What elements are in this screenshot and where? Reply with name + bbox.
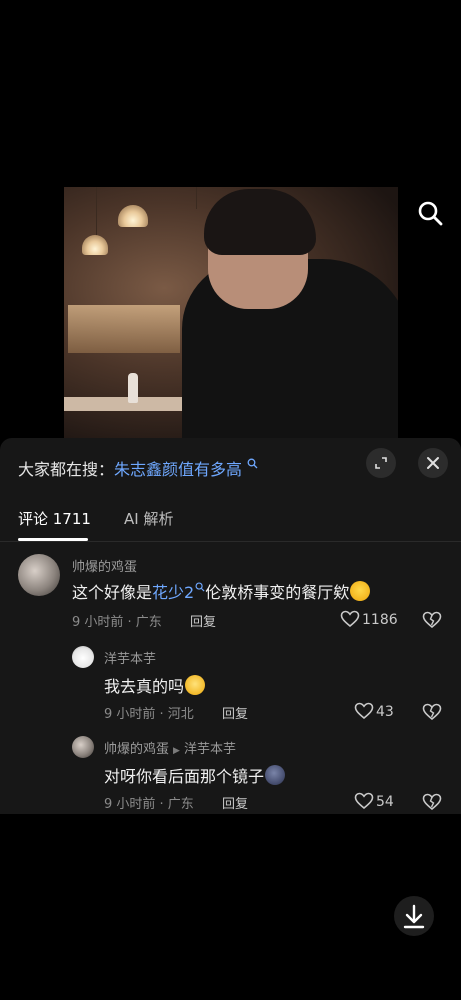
comment-author[interactable]: 帅爆的鸡蛋 [104, 742, 169, 757]
close-icon [427, 457, 439, 469]
comment-sheet: 大家都在搜：朱志鑫颜值有多高 评论 1711 AI 解析 帅爆的鸡蛋 这个好像是… [0, 438, 461, 814]
tab-comments[interactable]: 评论 1711 [18, 508, 91, 529]
pendant-lamp [82, 235, 108, 255]
heart-icon [354, 702, 374, 720]
dislike-button[interactable] [422, 611, 442, 631]
comment-author[interactable]: 帅爆的鸡蛋 [72, 556, 137, 575]
comment-text: 对呀你看后面那个镜子 [104, 763, 286, 787]
search-icon[interactable] [417, 200, 443, 226]
expand-button[interactable] [366, 448, 396, 478]
broken-heart-icon [422, 793, 442, 811]
comment-search-link[interactable]: 花少2 [152, 583, 194, 602]
dislike-button[interactable] [422, 793, 442, 813]
reply-button[interactable]: 回复 [222, 703, 248, 722]
person-hair [204, 189, 316, 255]
comment-time-location: 9 小时前 · 广东 [72, 615, 162, 630]
bottle [128, 373, 138, 403]
like-button[interactable]: 54 [354, 792, 394, 810]
video-frame[interactable] [64, 187, 398, 440]
scared-face-emoji [350, 581, 371, 601]
comment-time-location: 9 小时前 · 河北 [104, 707, 194, 722]
hot-search-term[interactable]: 朱志鑫颜值有多高 [114, 460, 242, 479]
comment-time-location: 9 小时前 · 广东 [104, 797, 194, 812]
video-player[interactable] [0, 0, 461, 440]
expand-icon [375, 457, 387, 469]
like-count: 43 [376, 704, 394, 720]
like-count: 1186 [362, 612, 398, 628]
back-shelf [68, 305, 180, 353]
close-button[interactable] [418, 448, 448, 478]
broken-heart-icon [422, 611, 442, 629]
download-button[interactable] [394, 896, 434, 936]
heart-icon [354, 792, 374, 810]
like-button[interactable]: 43 [354, 702, 394, 720]
reply-arrow-icon: ▶ [173, 746, 180, 756]
reply-button[interactable]: 回复 [222, 793, 248, 812]
divider [0, 541, 461, 542]
hot-search-prefix: 大家都在搜： [18, 460, 115, 479]
hot-search-bar[interactable]: 大家都在搜：朱志鑫颜值有多高 [18, 456, 258, 480]
search-small-icon [243, 458, 258, 472]
astonished-face-emoji [185, 675, 206, 695]
reply-to-author[interactable]: 洋芋本芋 [184, 742, 236, 757]
download-icon [403, 904, 425, 929]
broken-heart-icon [422, 703, 442, 721]
reply-button[interactable]: 回复 [190, 611, 216, 630]
comment-author[interactable]: 洋芋本芋 [104, 648, 156, 667]
tab-ai-analysis[interactable]: AI 解析 [124, 508, 173, 529]
dislike-button[interactable] [422, 703, 442, 723]
search-small-icon [195, 581, 205, 595]
pendant-lamp [118, 205, 148, 227]
like-count: 54 [376, 794, 394, 810]
avatar[interactable] [18, 554, 60, 596]
blob-emoji [265, 765, 286, 785]
heart-icon [340, 610, 360, 628]
like-button[interactable]: 1186 [340, 610, 398, 628]
comment-text: 我去真的吗 [104, 673, 206, 697]
avatar[interactable] [72, 736, 94, 758]
comment-author-line: 帅爆的鸡蛋 ▶ 洋芋本芋 [104, 738, 236, 757]
comment-text: 这个好像是花少2 伦敦桥事变的餐厅欸 [72, 579, 371, 603]
avatar[interactable] [72, 646, 94, 668]
